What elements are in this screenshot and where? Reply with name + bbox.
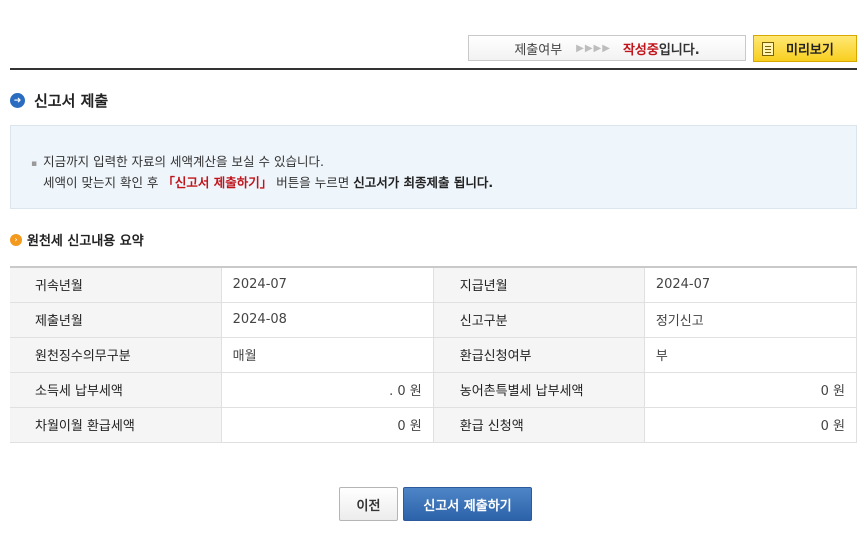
row-value: 부 — [643, 337, 858, 373]
summary-title: › 원천세 신고내용 요약 — [10, 230, 144, 249]
info-text-2-bold: 신고서가 최종제출 됩니다. — [353, 175, 494, 190]
summary-title-text: 원천세 신고내용 요약 — [27, 234, 144, 249]
row-label: 제출년월 — [10, 302, 222, 338]
row-label: 지급년월 — [433, 267, 645, 303]
preview-button-label: 미리보기 — [786, 43, 834, 58]
row-label: 신고구분 — [433, 302, 645, 338]
chevron-right-icon: › — [10, 233, 22, 246]
submission-status: 제출여부 ▶▶▶▶ 작성중 입니다. — [468, 35, 746, 61]
info-line-2: 세액이 맞는지 확인 후 「신고서 제출하기」 버튼을 누르면 신고서가 최종제… — [43, 172, 493, 191]
prev-button[interactable]: 이전 — [339, 487, 398, 521]
table-row: 귀속년월 2024-07 지급년월 2024-07 — [10, 267, 858, 303]
status-suffix: 입니다. — [658, 42, 700, 58]
preview-button[interactable]: 미리보기 — [753, 35, 857, 62]
info-text-2-mid: 버튼을 누르면 — [272, 175, 354, 190]
row-label: 농어촌특별세 납부세액 — [433, 372, 645, 408]
table-row: 차월이월 환급세액 0 원 환급 신청액 0 원 — [10, 407, 858, 443]
row-value: 2024-08 — [220, 302, 434, 338]
info-line-1: ▪ 지금까지 입력한 자료의 세액계산을 보실 수 있습니다. — [31, 151, 324, 170]
row-value: 2024-07 — [643, 267, 858, 303]
summary-table: 귀속년월 2024-07 지급년월 2024-07 제출년월 2024-08 신… — [10, 266, 858, 443]
row-value: 2024-07 — [220, 267, 434, 303]
circle-arrow-icon: ➜ — [10, 93, 25, 108]
row-label: 차월이월 환급세액 — [10, 407, 222, 443]
row-label: 소득세 납부세액 — [10, 372, 222, 408]
row-label: 귀속년월 — [10, 267, 222, 303]
document-icon — [762, 41, 774, 56]
page-title-text: 신고서 제출 — [34, 92, 109, 110]
status-label: 제출여부 — [514, 42, 563, 58]
page-title: ➜ 신고서 제출 — [10, 90, 108, 111]
info-box: ▪ 지금까지 입력한 자료의 세액계산을 보실 수 있습니다. 세액이 맞는지 확… — [10, 125, 857, 209]
info-text-2-pre: 세액이 맞는지 확인 후 — [43, 175, 163, 190]
row-label: 원천징수의무구분 — [10, 337, 222, 373]
row-value: 0 원 — [643, 372, 858, 408]
table-row: 원천징수의무구분 매월 환급신청여부 부 — [10, 337, 858, 373]
status-value: 작성중 — [622, 42, 659, 58]
status-arrows-icon: ▶▶▶▶ — [576, 42, 611, 54]
header-divider — [10, 68, 857, 70]
row-value: 정기신고 — [643, 302, 858, 338]
table-row: 제출년월 2024-08 신고구분 정기신고 — [10, 302, 858, 338]
info-text-1: 지금까지 입력한 자료의 세액계산을 보실 수 있습니다. — [43, 154, 324, 169]
table-row: 소득세 납부세액 . 0 원 농어촌특별세 납부세액 0 원 — [10, 372, 858, 408]
row-value: . 0 원 — [220, 372, 434, 408]
row-label: 환급 신청액 — [433, 407, 645, 443]
info-text-2-highlight: 「신고서 제출하기」 — [162, 175, 273, 190]
row-label: 환급신청여부 — [433, 337, 645, 373]
row-value: 0 원 — [643, 407, 858, 443]
submit-return-button[interactable]: 신고서 제출하기 — [403, 487, 532, 521]
row-value: 0 원 — [220, 407, 434, 443]
row-value: 매월 — [220, 337, 434, 373]
bullet-icon: ▪ — [31, 159, 38, 169]
